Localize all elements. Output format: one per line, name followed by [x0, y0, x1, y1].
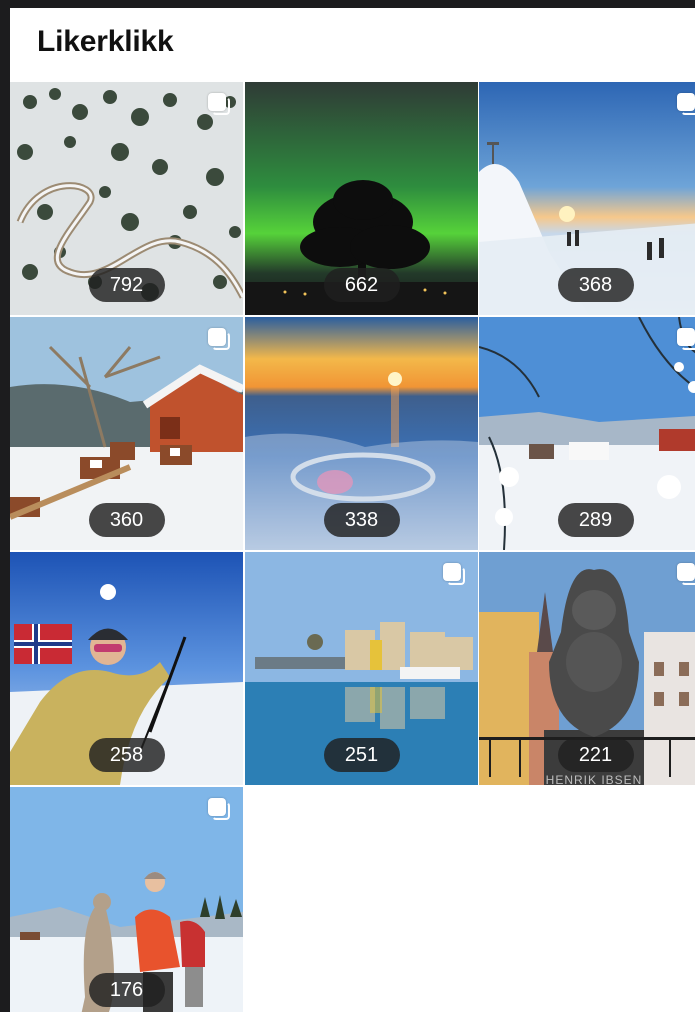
like-count-badge: 221 [557, 738, 634, 772]
like-count-badge: 251 [323, 738, 400, 772]
multiple-photos-icon [677, 93, 695, 117]
multiple-photos-icon [443, 563, 467, 587]
multiple-photos-icon [208, 798, 232, 822]
statue-plaque-text: HENRIK IBSEN [546, 773, 643, 785]
multiple-photos-icon [677, 563, 695, 587]
page-title: Likerklikk [37, 25, 174, 58]
photo-tile-9[interactable]: HENRIK IBSEN 221 [479, 552, 695, 785]
photo-tile-1[interactable]: 792 [10, 82, 243, 315]
photo-tile-6[interactable]: 289 [479, 317, 695, 550]
post-grid-panel: Likerklikk 792 662 368 360 338 289 258 2… [10, 8, 695, 1012]
like-count-badge: 662 [323, 268, 400, 302]
multiple-photos-icon [677, 328, 695, 352]
photo-tile-5[interactable]: 338 [245, 317, 478, 550]
photo-tile-3[interactable]: 368 [479, 82, 695, 315]
like-count-badge: 368 [557, 268, 634, 302]
like-count-badge: 792 [88, 268, 165, 302]
like-count-badge: 360 [88, 503, 165, 537]
photo-tile-4[interactable]: 360 [10, 317, 243, 550]
photo-tile-10[interactable]: 176 [10, 787, 243, 1012]
multiple-photos-icon [208, 328, 232, 352]
photo-tile-7[interactable]: 258 [10, 552, 243, 785]
photo-tile-2[interactable]: 662 [245, 82, 478, 315]
like-count-badge: 289 [557, 503, 634, 537]
like-count-badge: 176 [88, 973, 165, 1007]
like-count-badge: 338 [323, 503, 400, 537]
multiple-photos-icon [208, 93, 232, 117]
like-count-badge: 258 [88, 738, 165, 772]
photo-tile-8[interactable]: 251 [245, 552, 478, 785]
